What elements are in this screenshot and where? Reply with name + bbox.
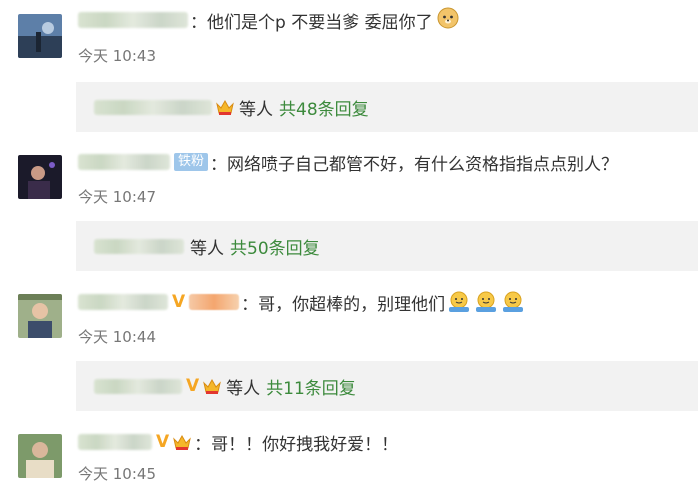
- crown-icon: [202, 377, 222, 395]
- username-blurred[interactable]: [78, 434, 152, 450]
- avatar[interactable]: [18, 155, 62, 199]
- reply-summary[interactable]: 等人 共50条回复: [76, 221, 698, 271]
- reply-others-text: 等人: [239, 99, 273, 120]
- reply-username-blurred[interactable]: [94, 99, 212, 115]
- username-blurred[interactable]: [78, 12, 188, 28]
- comment-line: ：他们是个p 不要当爹 委屈你了: [78, 6, 459, 34]
- comment-text: ：哥！！你好拽我好爱！！: [194, 434, 399, 455]
- comment-line: V ：哥，你超棒的，别理他们: [78, 288, 525, 316]
- reply-username-blurred[interactable]: [94, 238, 184, 254]
- comment-time: 今天 10:44: [78, 328, 156, 346]
- comment-text: ：他们是个p 不要当爹 委屈你了: [190, 12, 433, 33]
- username-blurred[interactable]: [78, 154, 170, 170]
- comment-text: ：网络喷子自己都管不好，有什么资格指指点点别人？: [210, 154, 619, 175]
- reply-username-blurred[interactable]: [94, 378, 182, 394]
- avatar[interactable]: [18, 14, 62, 58]
- vip-v-icon: V: [156, 432, 170, 452]
- comment-time: 今天 10:47: [78, 188, 156, 206]
- comment-text: ：哥，你超棒的，别理他们: [241, 294, 446, 315]
- username-blurred[interactable]: [78, 294, 168, 310]
- reply-summary[interactable]: 等人 共48条回复: [76, 82, 698, 132]
- avatar[interactable]: [18, 434, 62, 478]
- crown-icon: [172, 433, 192, 451]
- comment-line: V ：哥！！你好拽我好爱！！: [78, 428, 398, 456]
- reply-others-text: 等人: [226, 378, 261, 399]
- doge-emoji: [437, 7, 459, 34]
- iron-fan-badge: 铁粉: [174, 153, 209, 171]
- hug-emoji: [447, 291, 525, 313]
- vip-v-icon: V: [186, 376, 200, 396]
- avatar[interactable]: [18, 294, 62, 338]
- reply-count-link[interactable]: 共50条回复: [230, 234, 320, 259]
- reply-count-link[interactable]: 共11条回复: [266, 374, 356, 399]
- comment-time: 今天 10:43: [78, 47, 156, 65]
- reply-count-link[interactable]: 共48条回复: [279, 95, 369, 120]
- reply-summary[interactable]: V 等人 共11条回复: [76, 361, 698, 411]
- crown-icon: [215, 98, 235, 116]
- vip-v-icon: V: [172, 292, 186, 312]
- comment-line: 铁粉 ：网络喷子自己都管不好，有什么资格指指点点别人？: [78, 148, 618, 176]
- fan-level-badge-blurred: [189, 294, 240, 310]
- comment-time: 今天 10:45: [78, 465, 156, 483]
- reply-others-text: 等人: [190, 238, 224, 259]
